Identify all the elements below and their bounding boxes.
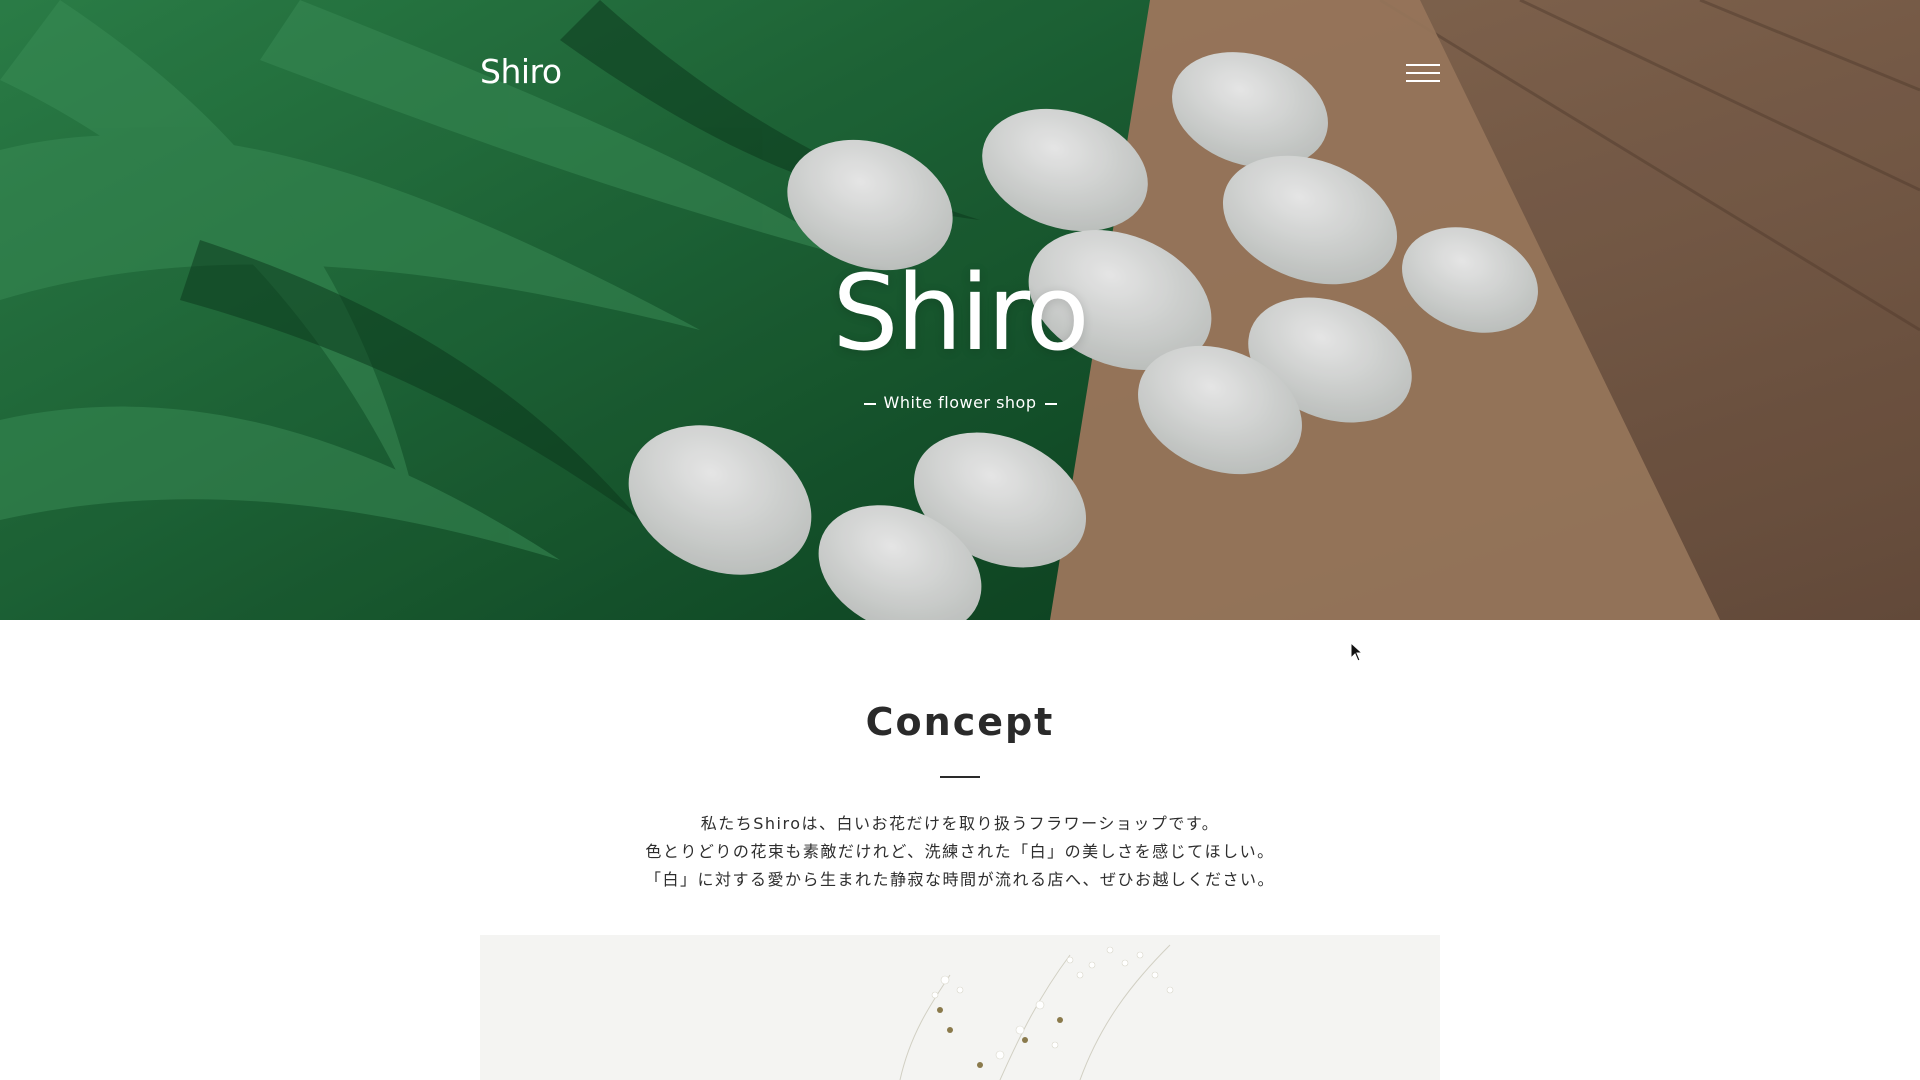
menu-line <box>1406 64 1440 66</box>
dash-right <box>1044 402 1057 405</box>
concept-heading: Concept <box>865 700 1055 744</box>
concept-photo <box>480 935 1440 1080</box>
hamburger-menu-icon[interactable] <box>1406 62 1440 84</box>
site-logo[interactable]: Shiro <box>480 52 562 91</box>
hero-subtitle: White flower shop <box>883 393 1037 412</box>
menu-line <box>1406 80 1440 82</box>
dash-left <box>863 402 876 405</box>
concept-line: 「白」に対する愛から生まれた静寂な時間が流れる店へ、ぜひお越しください。 <box>644 870 1275 889</box>
mouse-cursor-icon <box>1350 642 1364 662</box>
concept-paragraph: 私たちShiroは、白いお花だけを取り扱うフラワーショップです。 色とりどりの花… <box>0 810 1920 894</box>
concept-line: 私たちShiroは、白いお花だけを取り扱うフラワーショップです。 <box>700 814 1220 833</box>
menu-line <box>1406 72 1440 74</box>
babys-breath-photo <box>480 935 1440 1080</box>
hero-subtitle-row: White flower shop <box>0 393 1920 412</box>
hero-section: Shiro Shiro White flower shop <box>0 0 1920 620</box>
hero-title: Shiro <box>832 252 1090 374</box>
concept-line: 色とりどりの花束も素敵だけれど、洗練された「白」の美しさを感じてほしい。 <box>645 842 1275 861</box>
concept-divider <box>940 776 980 778</box>
